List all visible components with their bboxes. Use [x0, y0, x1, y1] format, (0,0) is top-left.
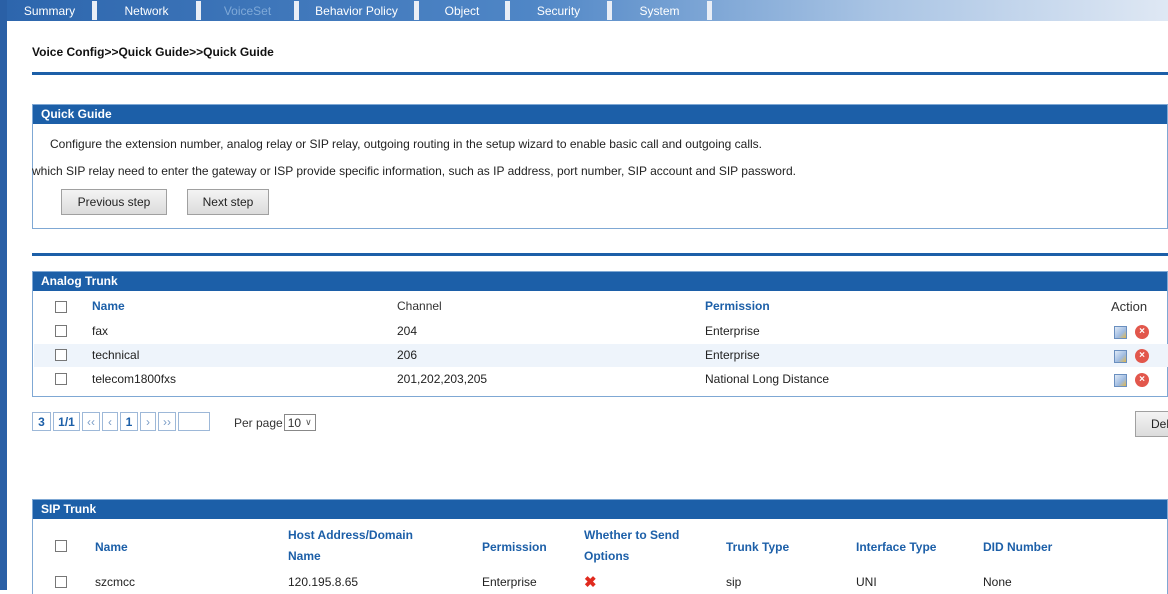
per-page-control: Per page 10 ∨	[234, 414, 316, 431]
column-channel: Channel	[397, 299, 442, 313]
column-name: Name	[95, 540, 128, 554]
tab-network[interactable]: Network	[97, 1, 201, 20]
tab-system[interactable]: System	[612, 1, 712, 20]
row-checkbox[interactable]	[55, 576, 67, 588]
per-page-select[interactable]: 10 ∨	[283, 414, 316, 431]
trunk-permission: Enterprise	[705, 324, 760, 338]
previous-step-button[interactable]: Previous step	[61, 189, 167, 215]
sip-trunk-title: SIP Trunk	[33, 500, 1167, 519]
tab-voiceset[interactable]: VoiceSet	[201, 1, 299, 20]
trunk-name: telecom1800fxs	[92, 372, 177, 386]
tab-behavior-policy[interactable]: Behavior Policy	[299, 1, 419, 20]
column-host-address: Host Address/Domain	[288, 528, 413, 542]
x-mark-icon: ✖	[584, 574, 597, 591]
divider-top	[32, 72, 1168, 75]
divider-middle	[32, 253, 1168, 256]
left-accent-bar	[0, 0, 7, 590]
trunk-permission: National Long Distance	[705, 372, 830, 386]
sip-interface-type: UNI	[856, 575, 877, 589]
chevron-down-icon: ∨	[305, 417, 312, 427]
page-indicator: 1/1	[53, 412, 80, 431]
tab-security[interactable]: Security	[510, 1, 612, 20]
sip-trunk-type: sip	[726, 575, 742, 589]
column-host-address-line2: Name	[288, 549, 321, 563]
prev-page-button[interactable]: ‹	[102, 412, 118, 431]
next-page-button[interactable]: ›	[140, 412, 156, 431]
page-jump-input[interactable]	[178, 412, 210, 431]
column-name: Name	[92, 299, 125, 313]
tab-summary[interactable]: Summary	[7, 1, 97, 20]
delete-icon[interactable]: ×	[1135, 349, 1149, 363]
trunk-channel: 206	[397, 348, 418, 362]
edit-icon[interactable]	[1114, 350, 1127, 363]
table-row-stripe	[34, 344, 1168, 367]
per-page-label: Per page	[234, 415, 283, 430]
analog-trunk-title: Analog Trunk	[33, 272, 1167, 291]
row-checkbox[interactable]	[55, 373, 67, 385]
delete-icon[interactable]: ×	[1135, 373, 1149, 387]
row-checkbox[interactable]	[55, 325, 67, 337]
delete-button[interactable]: Del	[1135, 411, 1168, 437]
sip-did-number: None	[983, 575, 1012, 589]
pagination: 3 1/1 ‹‹ ‹ 1 › ››	[32, 411, 210, 432]
edit-icon[interactable]	[1114, 326, 1127, 339]
column-send-options: Whether to Send	[584, 528, 680, 542]
sip-permission: Enterprise	[482, 575, 537, 589]
edit-icon[interactable]	[1114, 374, 1127, 387]
top-nav: Summary Network VoiceSet Behavior Policy…	[7, 0, 1168, 21]
breadcrumb: Voice Config>>Quick Guide>>Quick Guide	[32, 45, 274, 59]
select-all-checkbox[interactable]	[55, 301, 67, 313]
first-page-button[interactable]: ‹‹	[82, 412, 100, 431]
quick-guide-line-1: Configure the extension number, analog r…	[50, 137, 763, 151]
row-checkbox[interactable]	[55, 349, 67, 361]
total-count: 3	[32, 412, 51, 431]
column-permission: Permission	[705, 299, 770, 313]
select-all-checkbox[interactable]	[55, 540, 67, 552]
column-trunk-type: Trunk Type	[726, 540, 790, 554]
trunk-name: fax	[92, 324, 109, 338]
tab-object[interactable]: Object	[419, 1, 510, 20]
analog-trunk-panel: Analog Trunk	[32, 271, 1168, 397]
sip-trunk-name: szcmcc	[95, 575, 135, 589]
quick-guide-title: Quick Guide	[33, 105, 1167, 124]
next-step-button[interactable]: Next step	[187, 189, 269, 215]
trunk-channel: 201,202,203,205	[397, 372, 488, 386]
trunk-channel: 204	[397, 324, 418, 338]
last-page-button[interactable]: ››	[158, 412, 176, 431]
delete-icon[interactable]: ×	[1135, 325, 1149, 339]
column-interface-type: Interface Type	[856, 540, 937, 554]
column-did-number: DID Number	[983, 540, 1053, 554]
trunk-name: technical	[92, 348, 140, 362]
sip-host-address: 120.195.8.65	[288, 575, 359, 589]
quick-guide-line-2: which SIP relay need to enter the gatewa…	[32, 164, 796, 178]
current-page-button[interactable]: 1	[120, 412, 138, 431]
column-action: Action	[1111, 299, 1148, 314]
trunk-permission: Enterprise	[705, 348, 760, 362]
per-page-value: 10	[287, 415, 302, 430]
column-send-options-line2: Options	[584, 549, 630, 563]
column-permission: Permission	[482, 540, 547, 554]
